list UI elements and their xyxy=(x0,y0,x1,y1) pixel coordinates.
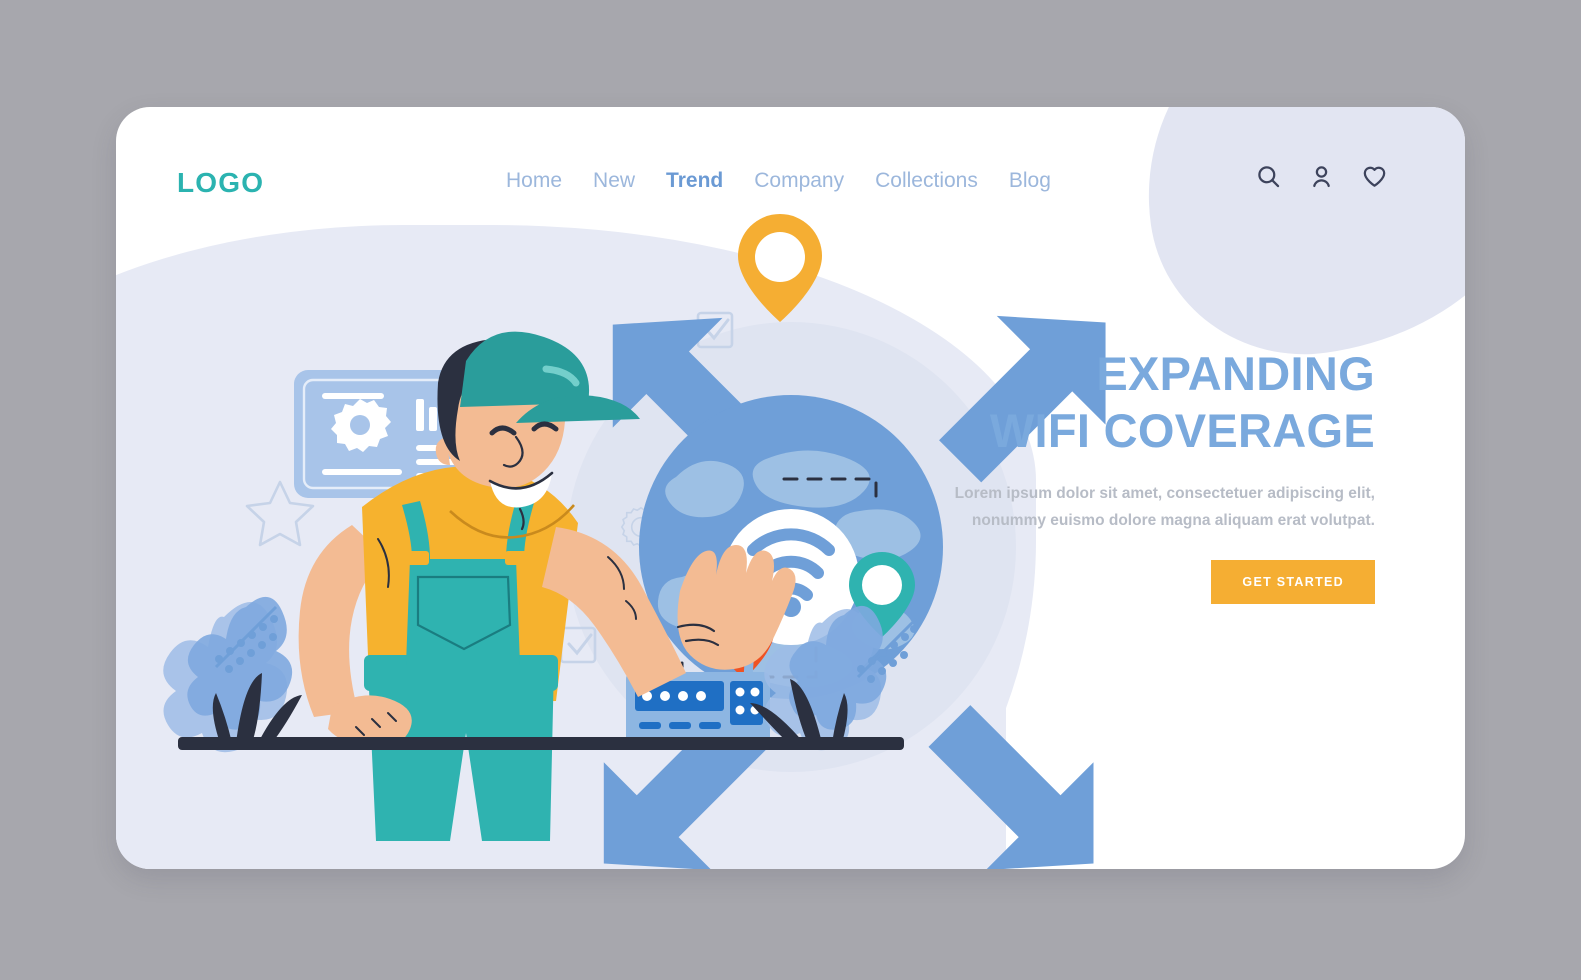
search-icon[interactable] xyxy=(1255,163,1282,190)
nav-item-new[interactable]: New xyxy=(593,169,635,193)
nav-item-home[interactable]: Home xyxy=(506,169,562,193)
nav-item-company[interactable]: Company xyxy=(754,169,844,193)
landing-page-card: LOGO Home New Trend Company Collections … xyxy=(116,107,1465,869)
user-icon[interactable] xyxy=(1308,163,1335,190)
hero-body-text: Lorem ipsum dolor sit amet, consectetuer… xyxy=(954,484,1375,530)
hero-title-line-1: EXPANDING xyxy=(1096,347,1375,400)
page-title: EXPANDING WIFI COVERAGE xyxy=(905,345,1375,460)
get-started-button[interactable]: GET STARTED xyxy=(1211,559,1375,604)
nav-item-blog[interactable]: Blog xyxy=(1009,169,1051,193)
hero-title-line-2: WIFI COVERAGE xyxy=(989,404,1375,458)
site-header: LOGO Home New Trend Company Collections … xyxy=(116,107,1465,257)
screenshot-root: LOGO Home New Trend Company Collections … xyxy=(0,0,1581,980)
hero-text-block: EXPANDING WIFI COVERAGE Lorem ipsum dolo… xyxy=(905,345,1375,604)
main-navigation: Home New Trend Company Collections Blog xyxy=(506,169,1051,193)
heart-icon[interactable] xyxy=(1361,163,1388,190)
nav-item-trend[interactable]: Trend xyxy=(666,169,723,193)
header-icon-group xyxy=(1255,163,1388,190)
background-blob-left-fill xyxy=(116,407,1006,869)
nav-item-collections[interactable]: Collections xyxy=(875,169,978,193)
logo[interactable]: LOGO xyxy=(177,167,264,199)
